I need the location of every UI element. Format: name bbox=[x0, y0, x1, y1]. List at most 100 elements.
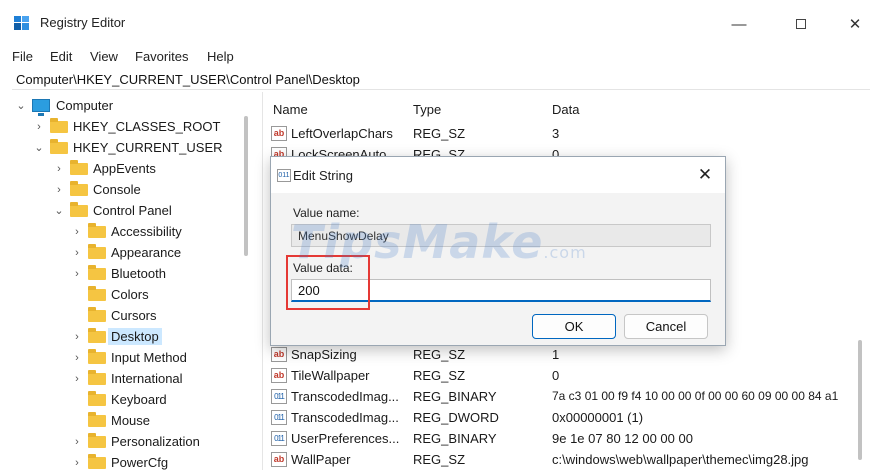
chevron-right-icon[interactable]: › bbox=[70, 268, 84, 280]
tree-item-label: Appearance bbox=[111, 245, 182, 260]
maximize-icon bbox=[796, 19, 806, 29]
minimize-button[interactable]: — bbox=[716, 10, 762, 40]
folder-icon bbox=[88, 243, 106, 259]
column-header-data[interactable]: Data bbox=[552, 102, 579, 117]
folder-icon bbox=[88, 327, 106, 343]
folder-icon bbox=[88, 348, 106, 364]
tree-item-desktop[interactable]: › Desktop bbox=[70, 326, 162, 347]
tree-item-label: Accessibility bbox=[111, 224, 182, 239]
tree-item-mouse[interactable]: Mouse bbox=[70, 410, 150, 431]
ok-button[interactable]: OK bbox=[532, 314, 616, 339]
tree-item-personalization[interactable]: › Personalization bbox=[70, 431, 200, 452]
tree-item-label: Colors bbox=[111, 287, 149, 302]
value-name: WallPaper bbox=[291, 452, 351, 467]
chevron-right-icon[interactable]: › bbox=[70, 373, 84, 385]
value-name: UserPreferences... bbox=[291, 431, 400, 446]
value-row[interactable]: ab TileWallpaper REG_SZ 0 bbox=[263, 365, 870, 386]
close-icon: ✕ bbox=[848, 16, 862, 33]
chevron-right-icon[interactable]: › bbox=[70, 247, 84, 259]
tree-item-label: AppEvents bbox=[93, 161, 156, 176]
menu-favorites[interactable]: Favorites bbox=[135, 49, 188, 64]
chevron-down-icon[interactable]: ⌄ bbox=[32, 141, 46, 154]
dialog-close-button[interactable]: ✕ bbox=[691, 163, 719, 187]
value-data: 7a c3 01 00 f9 f4 10 00 00 0f 00 00 60 0… bbox=[552, 389, 839, 403]
tree-item-hkey-current-user[interactable]: ⌄ HKEY_CURRENT_USER bbox=[32, 137, 223, 158]
folder-icon bbox=[70, 159, 88, 175]
folder-icon bbox=[88, 432, 106, 448]
value-name: LeftOverlapChars bbox=[291, 126, 393, 141]
cancel-button[interactable]: Cancel bbox=[624, 314, 708, 339]
chevron-down-icon[interactable]: ⌄ bbox=[14, 99, 28, 112]
value-name-label: Value name: bbox=[293, 206, 360, 220]
tree-item-international[interactable]: › International bbox=[70, 368, 183, 389]
tree-item-control-panel[interactable]: ⌄ Control Panel bbox=[52, 200, 172, 221]
tree-item-computer[interactable]: ⌄ Computer bbox=[14, 95, 113, 116]
tree-item-label: Console bbox=[93, 182, 141, 197]
minimize-icon: — bbox=[731, 16, 747, 33]
binary-value-icon: 011 bbox=[271, 410, 287, 425]
value-name-field[interactable]: MenuShowDelay bbox=[291, 224, 711, 247]
value-data-input[interactable] bbox=[291, 279, 711, 302]
value-row[interactable]: ab SnapSizing REG_SZ 1 bbox=[263, 344, 870, 365]
tree-item-accessibility[interactable]: › Accessibility bbox=[70, 221, 182, 242]
tree-item-label: Keyboard bbox=[111, 392, 167, 407]
folder-icon bbox=[70, 180, 88, 196]
chevron-right-icon[interactable]: › bbox=[52, 184, 66, 196]
tree-item-console[interactable]: › Console bbox=[52, 179, 141, 200]
tree-item-appevents[interactable]: › AppEvents bbox=[52, 158, 156, 179]
value-row[interactable]: 011 TranscodedImag... REG_BINARY 7a c3 0… bbox=[263, 386, 870, 407]
tree-item-input-method[interactable]: › Input Method bbox=[70, 347, 187, 368]
value-data: 0 bbox=[552, 368, 560, 383]
value-row[interactable]: ab WallPaper REG_SZ c:\windows\web\wallp… bbox=[263, 449, 870, 470]
tree-item-colors[interactable]: Colors bbox=[70, 284, 149, 305]
tree-item-label: HKEY_CURRENT_USER bbox=[73, 140, 223, 155]
chevron-down-icon[interactable]: ⌄ bbox=[52, 204, 66, 217]
chevron-right-icon[interactable]: › bbox=[70, 352, 84, 364]
chevron-right-icon[interactable]: › bbox=[52, 163, 66, 175]
value-name: TranscodedImag... bbox=[291, 389, 399, 404]
chevron-right-icon[interactable]: › bbox=[70, 226, 84, 238]
tree-item-keyboard[interactable]: Keyboard bbox=[70, 389, 167, 410]
chevron-right-icon[interactable]: › bbox=[70, 331, 84, 343]
folder-icon bbox=[88, 411, 106, 427]
value-row[interactable]: 011 UserPreferences... REG_BINARY 9e 1e … bbox=[263, 428, 870, 449]
tree-item-label: PowerCfg bbox=[111, 455, 169, 470]
tree-item-label: Bluetooth bbox=[111, 266, 166, 281]
folder-icon bbox=[70, 201, 88, 217]
dialog-title: Edit String bbox=[293, 168, 353, 183]
string-value-icon: ab bbox=[271, 347, 287, 362]
tree-item-hkey-classes-root[interactable]: › HKEY_CLASSES_ROOT bbox=[32, 116, 220, 137]
menu-edit[interactable]: Edit bbox=[50, 49, 72, 64]
tree-item-label: Control Panel bbox=[93, 203, 172, 218]
tree-scrollbar[interactable] bbox=[244, 116, 248, 256]
chevron-right-icon[interactable]: › bbox=[70, 457, 84, 469]
value-row[interactable]: ab LeftOverlapChars REG_SZ 3 bbox=[263, 123, 870, 144]
value-type: REG_BINARY bbox=[413, 389, 497, 404]
menu-view[interactable]: View bbox=[90, 49, 118, 64]
value-type: REG_DWORD bbox=[413, 410, 499, 425]
tree-item-powercfg[interactable]: › PowerCfg bbox=[70, 452, 168, 470]
chevron-right-icon[interactable]: › bbox=[70, 436, 84, 448]
tree-item-label: Input Method bbox=[111, 350, 187, 365]
column-header-type[interactable]: Type bbox=[413, 102, 441, 117]
registry-editor-icon bbox=[14, 16, 30, 30]
chevron-right-icon[interactable]: › bbox=[32, 121, 46, 133]
value-row[interactable]: 011 TranscodedImag... REG_DWORD 0x000000… bbox=[263, 407, 870, 428]
value-type: REG_SZ bbox=[413, 368, 466, 383]
value-type: REG_SZ bbox=[413, 452, 466, 467]
folder-icon bbox=[50, 138, 68, 154]
address-bar[interactable]: Computer\HKEY_CURRENT_USER\Control Panel… bbox=[12, 70, 870, 90]
tree-item-label: HKEY_CLASSES_ROOT bbox=[73, 119, 221, 134]
close-button[interactable]: ✕ bbox=[832, 10, 870, 40]
binary-value-icon: 011 bbox=[277, 169, 291, 182]
column-header-name[interactable]: Name bbox=[273, 102, 308, 117]
list-scrollbar[interactable] bbox=[858, 340, 862, 460]
maximize-button[interactable] bbox=[778, 10, 824, 40]
menu-file[interactable]: File bbox=[12, 49, 33, 64]
address-path: Computer\HKEY_CURRENT_USER\Control Panel… bbox=[16, 72, 360, 87]
menu-help[interactable]: Help bbox=[207, 49, 234, 64]
tree-item-cursors[interactable]: Cursors bbox=[70, 305, 157, 326]
string-value-icon: ab bbox=[271, 126, 287, 141]
tree-item-bluetooth[interactable]: › Bluetooth bbox=[70, 263, 166, 284]
tree-item-appearance[interactable]: › Appearance bbox=[70, 242, 181, 263]
